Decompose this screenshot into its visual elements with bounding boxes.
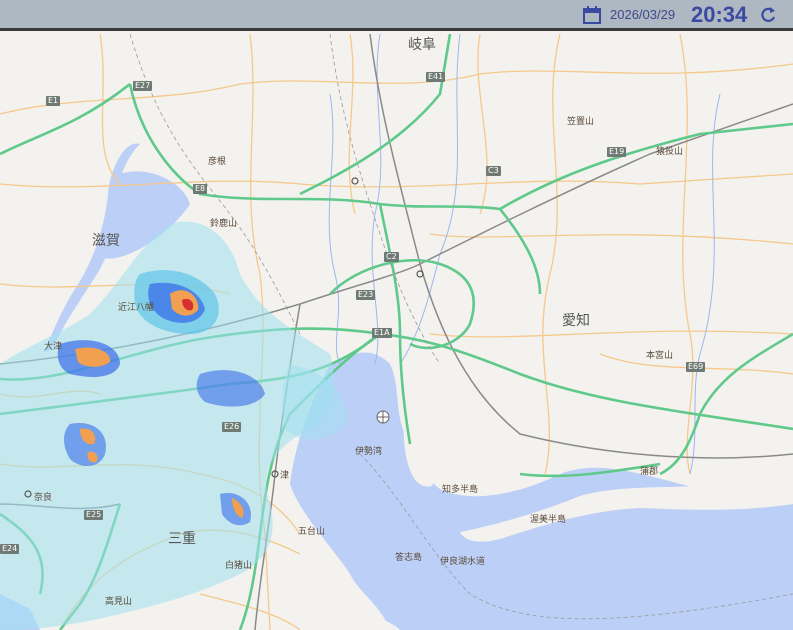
route-shield: C3 — [486, 166, 501, 176]
route-shield: E41 — [426, 72, 446, 82]
date-display[interactable]: 2026/03/29 — [610, 7, 675, 22]
place-label: 大津 — [44, 342, 63, 352]
place-label: 本宮山 — [646, 351, 674, 361]
place-label: 近江八幡 — [118, 303, 155, 313]
place-label: 猿投山 — [656, 147, 684, 157]
place-label: 笠置山 — [567, 117, 595, 127]
prefecture-label: 愛知 — [562, 313, 590, 329]
route-shield: E24 — [0, 544, 20, 554]
place-label: 彦根 — [208, 157, 227, 167]
route-shield: C2 — [384, 252, 399, 262]
place-label: 渥美半島 — [530, 515, 567, 525]
place-label: 答志島 — [395, 553, 423, 563]
route-shield: E23 — [356, 290, 376, 300]
place-label: 津 — [280, 471, 290, 481]
place-label: 蒲郡 — [640, 467, 659, 477]
place-label: 知多半島 — [442, 485, 479, 495]
map-canvas — [0, 34, 793, 630]
calendar-icon[interactable] — [582, 5, 602, 25]
route-shield: E1 — [46, 96, 61, 106]
refresh-icon[interactable] — [758, 5, 778, 25]
route-shield: E1A — [372, 328, 392, 338]
place-label: 鈴鹿山 — [210, 219, 238, 229]
place-label: 白猪山 — [225, 561, 253, 571]
time-display[interactable]: 20:34 — [691, 2, 747, 28]
route-shield: E26 — [222, 422, 242, 432]
prefecture-label: 三重 — [168, 531, 196, 547]
place-label: 高見山 — [105, 597, 133, 607]
place-label: 伊勢湾 — [355, 447, 383, 457]
rain-radar-map[interactable]: 岐阜 滋賀 愛知 三重 大津 奈良 津 伊勢湾 知多半島 渥美半島 伊良湖水道 … — [0, 34, 793, 630]
route-shield: E69 — [686, 362, 706, 372]
place-label: 伊良湖水道 — [440, 557, 486, 567]
header-bar: 2026/03/29 20:34 — [0, 0, 793, 31]
route-shield: E27 — [133, 81, 153, 91]
prefecture-label: 滋賀 — [92, 233, 120, 249]
place-label: 奈良 — [34, 493, 53, 503]
route-shield: E8 — [193, 184, 208, 194]
place-label: 五台山 — [298, 527, 326, 537]
prefecture-label: 岐阜 — [408, 37, 436, 53]
route-shield: E19 — [607, 147, 627, 157]
route-shield: E25 — [84, 510, 104, 520]
